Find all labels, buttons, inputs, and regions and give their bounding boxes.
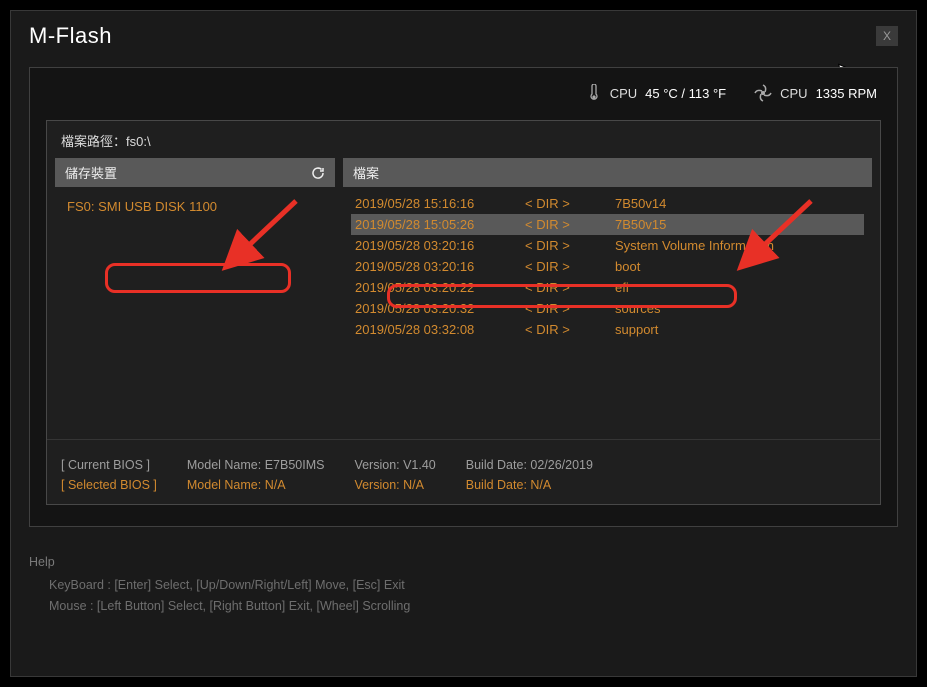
selected-bios-version: Version: N/A [354,478,435,492]
path-label: 檔案路徑： [61,134,126,149]
file-name: boot [615,259,860,274]
fan-icon [754,84,772,102]
path-value: fs0:\ [126,134,151,149]
file-row[interactable]: 2019/05/28 03:20:22< DIR >efi [351,277,864,298]
file-name: 7B50v14 [615,196,860,211]
file-name: efi [615,280,860,295]
main-panel: 檔案路徑：fs0:\ 儲存裝置 FS0: SMI USB DISK 1100 [46,120,881,505]
file-date: 2019/05/28 03:20:16 [355,238,525,253]
file-type: < DIR > [525,322,615,337]
bios-label-col: [ Current BIOS ] [ Selected BIOS ] [61,458,157,492]
help-mouse: Mouse : [Left Button] Select, [Right But… [29,596,898,617]
file-row[interactable]: 2019/05/28 03:32:08< DIR >support [351,319,864,340]
file-date: 2019/05/28 15:16:16 [355,196,525,211]
thermometer-icon [586,84,602,102]
file-type: < DIR > [525,238,615,253]
path-row: 檔案路徑：fs0:\ [47,121,880,158]
file-type: < DIR > [525,196,615,211]
bios-version-col: Version: V1.40 Version: N/A [354,458,435,492]
help-keyboard: KeyBoard : [Enter] Select, [Up/Down/Righ… [29,575,898,596]
selected-bios-build: Build Date: N/A [466,478,593,492]
titlebar: M-Flash X [11,11,916,59]
inner-frame: CPU 45 °C / 113 °F CPU 1335 RPM 檔案路徑：fs0… [29,67,898,527]
file-date: 2019/05/28 03:20:16 [355,259,525,274]
file-date: 2019/05/28 03:20:32 [355,301,525,316]
cpu-temp-label: CPU [610,86,637,101]
file-type: < DIR > [525,259,615,274]
cpu-temp-status: CPU 45 °C / 113 °F [586,84,726,102]
file-name: System Volume Information [615,238,860,253]
file-date: 2019/05/28 03:32:08 [355,322,525,337]
file-name: support [615,322,860,337]
cpu-fan-label: CPU [780,86,807,101]
device-row[interactable]: FS0: SMI USB DISK 1100 [63,193,327,220]
close-button[interactable]: X [876,26,898,46]
cpu-fan-value: 1335 RPM [816,86,877,101]
current-bios-build: Build Date: 02/26/2019 [466,458,593,472]
file-column: 檔案 2019/05/28 15:16:16< DIR >7B50v142019… [343,158,872,431]
bios-build-col: Build Date: 02/26/2019 Build Date: N/A [466,458,593,492]
bios-footer: [ Current BIOS ] [ Selected BIOS ] Model… [47,439,880,504]
device-header-label: 儲存裝置 [65,163,117,182]
file-name: sources [615,301,860,316]
device-list: FS0: SMI USB DISK 1100 [55,187,335,431]
columns: 儲存裝置 FS0: SMI USB DISK 1100 檔案 [47,158,880,439]
window-title: M-Flash [29,23,112,49]
status-bar: CPU 45 °C / 113 °F CPU 1335 RPM [30,68,897,114]
device-column-header: 儲存裝置 [55,158,335,187]
file-type: < DIR > [525,301,615,316]
device-column: 儲存裝置 FS0: SMI USB DISK 1100 [55,158,335,431]
refresh-icon[interactable] [311,166,325,180]
current-bios-model: Model Name: E7B50IMS [187,458,325,472]
file-column-header: 檔案 [343,158,872,187]
help-title: Help [29,555,898,569]
file-row[interactable]: 2019/05/28 15:16:16< DIR >7B50v14 [351,193,864,214]
file-row[interactable]: 2019/05/28 03:20:16< DIR >boot [351,256,864,277]
file-header-label: 檔案 [353,163,379,182]
current-bios-version: Version: V1.40 [354,458,435,472]
file-name: 7B50v15 [615,217,860,232]
file-date: 2019/05/28 15:05:26 [355,217,525,232]
file-date: 2019/05/28 03:20:22 [355,280,525,295]
mflash-window: M-Flash X CPU 45 °C / 113 °F CPU 1335 RP… [10,10,917,677]
current-bios-label: [ Current BIOS ] [61,458,157,472]
bios-model-col: Model Name: E7B50IMS Model Name: N/A [187,458,325,492]
selected-bios-model: Model Name: N/A [187,478,325,492]
file-row[interactable]: 2019/05/28 03:20:16< DIR >System Volume … [351,235,864,256]
file-type: < DIR > [525,280,615,295]
help-section: Help KeyBoard : [Enter] Select, [Up/Down… [11,527,916,618]
cpu-fan-status: CPU 1335 RPM [754,84,877,102]
file-type: < DIR > [525,217,615,232]
file-row[interactable]: 2019/05/28 15:05:26< DIR >7B50v15 [351,214,864,235]
cpu-temp-value: 45 °C / 113 °F [645,86,726,101]
file-row[interactable]: 2019/05/28 03:20:32< DIR >sources [351,298,864,319]
file-list[interactable]: 2019/05/28 15:16:16< DIR >7B50v142019/05… [343,187,872,431]
selected-bios-label: [ Selected BIOS ] [61,478,157,492]
